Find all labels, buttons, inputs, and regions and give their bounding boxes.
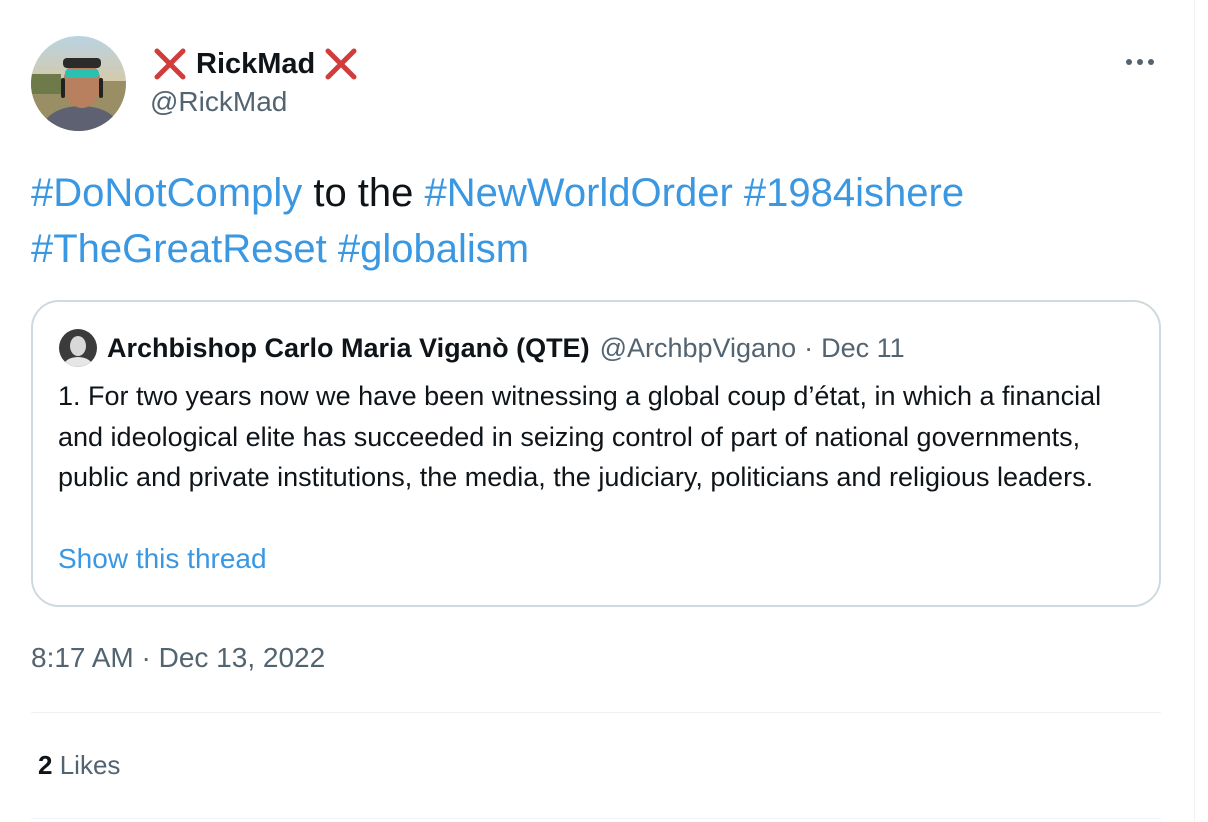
- author-avatar[interactable]: [31, 36, 126, 131]
- tweet-timestamp[interactable]: 8:17 AM · Dec 13, 2022: [31, 642, 325, 674]
- quoted-tweet-text: 1. For two years now we have been witnes…: [58, 381, 1102, 492]
- author-handle[interactable]: @RickMad: [150, 86, 287, 118]
- tweet-text: #DoNotComply to the #NewWorldOrder #1984…: [31, 165, 1166, 277]
- quoted-author-handle: @ArchbpVigano: [599, 332, 797, 363]
- quoted-tweet-date: Dec 11: [821, 332, 905, 363]
- hashtag-link[interactable]: #globalism: [338, 227, 529, 271]
- hashtag-link[interactable]: #NewWorldOrder: [425, 171, 733, 215]
- quoted-tweet-card[interactable]: Archbishop Carlo Maria Viganò (QTE) @Arc…: [31, 300, 1161, 607]
- likes-count: 2: [38, 750, 53, 780]
- more-dots-icon: [1126, 59, 1154, 65]
- quoted-avatar-photo-icon: [59, 329, 97, 367]
- author-name-row[interactable]: RickMad: [150, 42, 361, 86]
- tweet-text-fragment: [733, 171, 744, 215]
- quoted-author-avatar: [59, 329, 97, 367]
- quoted-author-name: Archbishop Carlo Maria Viganò (QTE): [107, 332, 590, 363]
- hashtag-link[interactable]: #TheGreatReset: [31, 227, 327, 271]
- likes-link[interactable]: 2 Likes: [38, 750, 120, 781]
- tweet-text-fragment: to the: [302, 171, 425, 215]
- divider: [31, 712, 1161, 713]
- hashtag-link[interactable]: #1984ishere: [744, 171, 964, 215]
- divider: [31, 818, 1161, 819]
- cross-mark-icon: [321, 44, 361, 84]
- avatar-photo-icon: [31, 36, 126, 131]
- tweet-text-fragment: [327, 227, 338, 271]
- more-options-button[interactable]: [1120, 44, 1160, 80]
- likes-label: Likes: [59, 750, 121, 780]
- column-border: [1194, 0, 1195, 822]
- tweet-detail-page: RickMad @RickMad #DoNotComply to the #Ne…: [0, 0, 1208, 822]
- cross-mark-icon: [150, 44, 190, 84]
- meta-separator: ·: [804, 332, 814, 363]
- show-thread-link[interactable]: Show this thread: [58, 543, 267, 575]
- hashtag-link[interactable]: #DoNotComply: [31, 171, 302, 215]
- quoted-tweet-header: Archbishop Carlo Maria Viganò (QTE) @Arc…: [59, 328, 905, 368]
- author-display-name[interactable]: RickMad: [196, 48, 315, 81]
